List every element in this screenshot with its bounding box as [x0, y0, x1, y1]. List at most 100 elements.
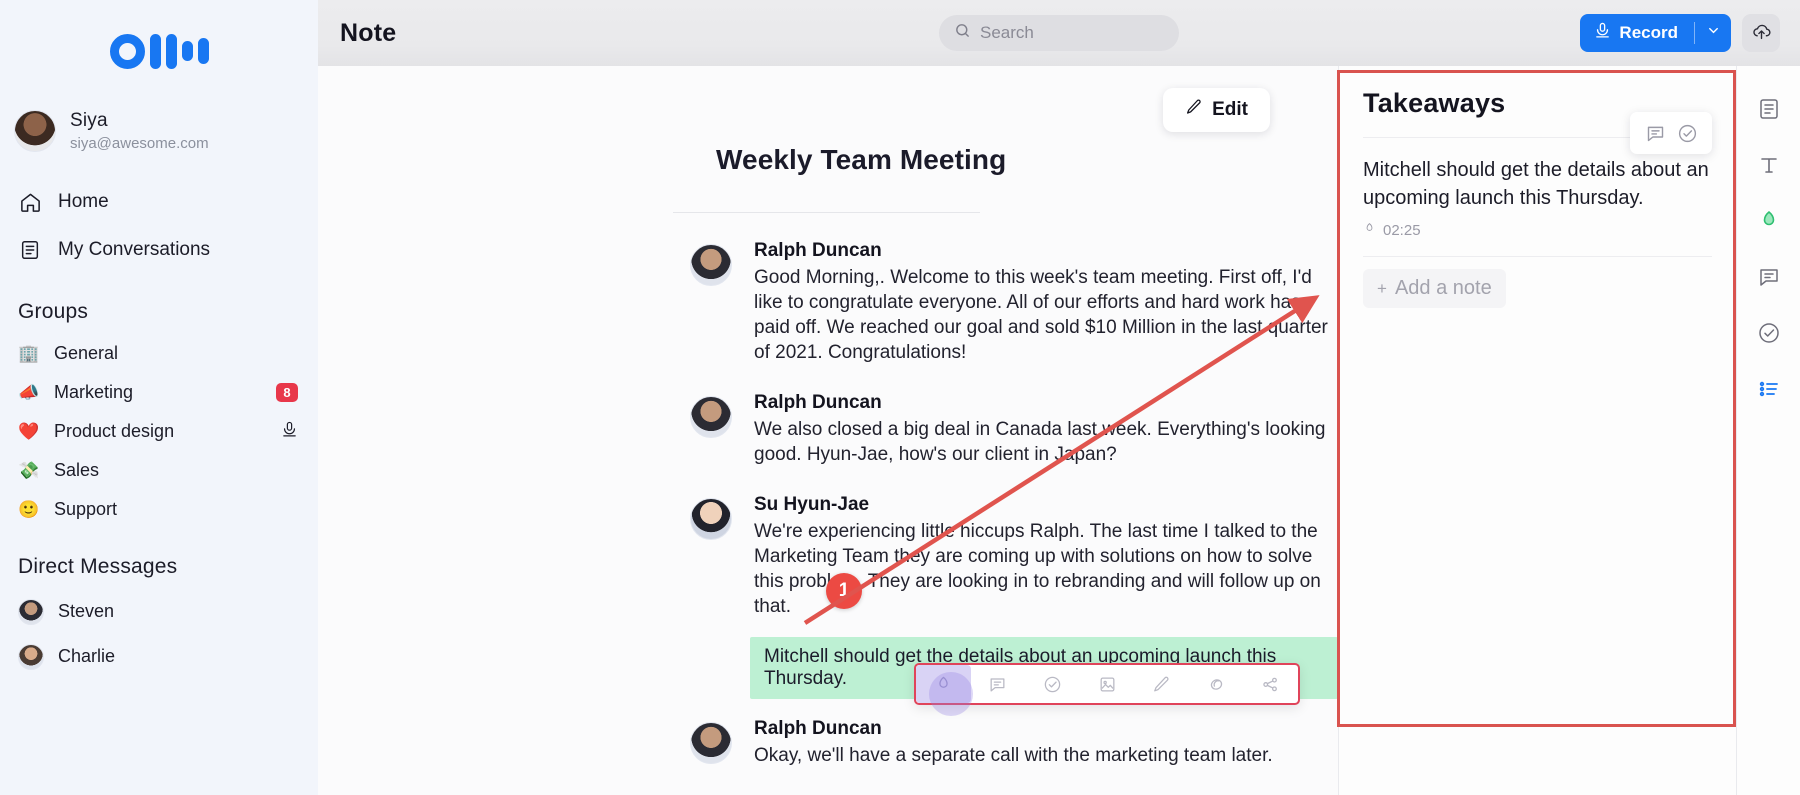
otter-logo-ring — [109, 33, 145, 69]
group-label: Sales — [54, 460, 100, 480]
mic-icon[interactable] — [281, 421, 298, 443]
record-button[interactable]: Record — [1580, 14, 1731, 52]
avatar — [18, 643, 44, 670]
user-profile[interactable]: Siya siya@awesome.com — [0, 82, 318, 152]
direct-messages-heading: Direct Messages — [18, 555, 178, 578]
megaphone-emoji-icon: 📣 — [18, 382, 40, 402]
message-text: Good Morning,. Welcome to this week's te… — [754, 267, 1328, 363]
transcript-message[interactable]: Ralph Duncan Okay, we'll have a separate… — [318, 718, 1338, 768]
sidebar-group-marketing[interactable]: 📣 Marketing 8 — [0, 373, 318, 412]
list-icon[interactable] — [1752, 372, 1786, 406]
conversations-icon — [18, 238, 42, 262]
share-icon[interactable] — [1243, 665, 1298, 703]
divider — [1363, 256, 1712, 257]
smile-emoji-icon: 🙂 — [18, 499, 40, 519]
heart-emoji-icon: ❤️ — [18, 421, 40, 441]
transcript-message[interactable]: Ralph Duncan We also closed a big deal i… — [318, 392, 1338, 467]
search-input[interactable]: Search — [939, 15, 1179, 51]
pencil-icon[interactable] — [1134, 665, 1189, 703]
sidebar-nav: Home My Conversations — [0, 178, 318, 274]
unread-badge: 8 — [276, 383, 298, 402]
avatar — [690, 498, 732, 540]
takeaway-hover-tools[interactable] — [1630, 112, 1712, 154]
transcript-pane: Edit Weekly Team Meeting Ralph Duncan Go… — [318, 66, 1338, 795]
highlighter-icon — [1363, 222, 1376, 239]
transcript-message[interactable]: Ralph Duncan Good Morning,. Welcome to t… — [318, 240, 1338, 365]
profile-email: siya@awesome.com — [70, 135, 209, 152]
sidebar: Siya siya@awesome.com Home My Conversati… — [0, 0, 318, 795]
speaker-name: Ralph Duncan — [754, 240, 882, 261]
top-bar-actions: Record — [1580, 14, 1780, 52]
right-tool-rail — [1736, 66, 1800, 795]
content-row: Edit Weekly Team Meeting Ralph Duncan Go… — [318, 66, 1800, 795]
add-note-button[interactable]: + Add a note — [1363, 269, 1506, 308]
sidebar-group-general[interactable]: 🏢 General — [0, 334, 318, 373]
divider — [673, 212, 980, 213]
group-label: Product design — [54, 421, 175, 441]
search-placeholder: Search — [980, 23, 1034, 42]
avatar — [14, 110, 56, 152]
otter-logo-bar — [149, 33, 161, 69]
app-logo[interactable] — [0, 20, 318, 82]
highlighter-icon[interactable] — [1752, 204, 1786, 238]
sidebar-item-label: My Conversations — [58, 239, 211, 260]
avatar — [690, 244, 732, 286]
check-circle-icon[interactable] — [1752, 316, 1786, 350]
eraser-icon[interactable] — [1189, 665, 1244, 703]
mic-icon — [1594, 22, 1611, 44]
sidebar-group-support[interactable]: 🙂 Support — [0, 490, 318, 529]
text-icon[interactable] — [1752, 148, 1786, 182]
comment-icon[interactable] — [1641, 119, 1669, 147]
record-label: Record — [1619, 23, 1678, 42]
sidebar-group-product-design[interactable]: ❤️ Product design — [0, 412, 318, 451]
speaker-name: Ralph Duncan — [754, 392, 882, 413]
search-icon — [954, 22, 971, 44]
image-icon[interactable] — [1080, 665, 1135, 703]
main-area: Note Search Record Edit Weekly Team Meet… — [318, 0, 1800, 795]
avatar — [18, 598, 44, 625]
dm-label: Charlie — [58, 646, 116, 666]
speaker-name: Su Hyun-Jae — [754, 494, 870, 515]
record-button-main[interactable]: Record — [1580, 14, 1694, 52]
cursor-highlight — [929, 672, 973, 716]
avatar — [690, 396, 732, 438]
takeaway-timestamp[interactable]: 02:25 — [1383, 222, 1421, 239]
transcript-icon[interactable] — [1752, 92, 1786, 126]
otter-logo-bar — [197, 38, 209, 64]
sidebar-item-home[interactable]: Home — [0, 178, 318, 226]
sidebar-item-label: Home — [58, 191, 109, 212]
message-text: We also closed a big deal in Canada last… — [754, 419, 1326, 465]
sidebar-item-my-conversations[interactable]: My Conversations — [0, 226, 318, 274]
comment-icon[interactable] — [971, 665, 1026, 703]
cloud-upload-icon — [1751, 20, 1772, 46]
upload-button[interactable] — [1742, 14, 1780, 52]
record-dropdown-button[interactable] — [1695, 14, 1731, 52]
sidebar-group-sales[interactable]: 💸 Sales — [0, 451, 318, 490]
speaker-name: Ralph Duncan — [754, 718, 882, 739]
avatar — [690, 722, 732, 764]
groups-heading: Groups — [18, 300, 89, 323]
comment-icon[interactable] — [1752, 260, 1786, 294]
profile-name: Siya — [70, 110, 108, 131]
check-circle-icon[interactable] — [1025, 665, 1080, 703]
check-circle-icon[interactable] — [1673, 119, 1701, 147]
edit-button[interactable]: Edit — [1163, 88, 1270, 132]
message-text: Okay, we'll have a separate call with th… — [754, 745, 1273, 766]
money-emoji-icon: 💸 — [18, 460, 40, 480]
home-icon — [18, 190, 42, 214]
takeaway-note-text[interactable]: Mitchell should get the details about an… — [1363, 156, 1712, 212]
app-root: Siya siya@awesome.com Home My Conversati… — [0, 0, 1800, 795]
building-emoji-icon: 🏢 — [18, 343, 40, 363]
otter-logo-bar — [181, 41, 193, 61]
step-number-badge: 1 — [826, 573, 862, 609]
group-label: Support — [54, 499, 118, 519]
top-bar: Note Search Record — [318, 0, 1800, 66]
sidebar-dm-charlie[interactable]: Charlie — [0, 634, 318, 679]
plus-icon: + — [1377, 278, 1387, 298]
takeaway-meta: 02:25 — [1363, 222, 1712, 239]
group-label: General — [54, 343, 119, 363]
dm-label: Steven — [58, 601, 115, 621]
sidebar-dm-steven[interactable]: Steven — [0, 589, 318, 634]
add-note-label: Add a note — [1394, 277, 1492, 299]
page-title: Note — [340, 18, 397, 47]
